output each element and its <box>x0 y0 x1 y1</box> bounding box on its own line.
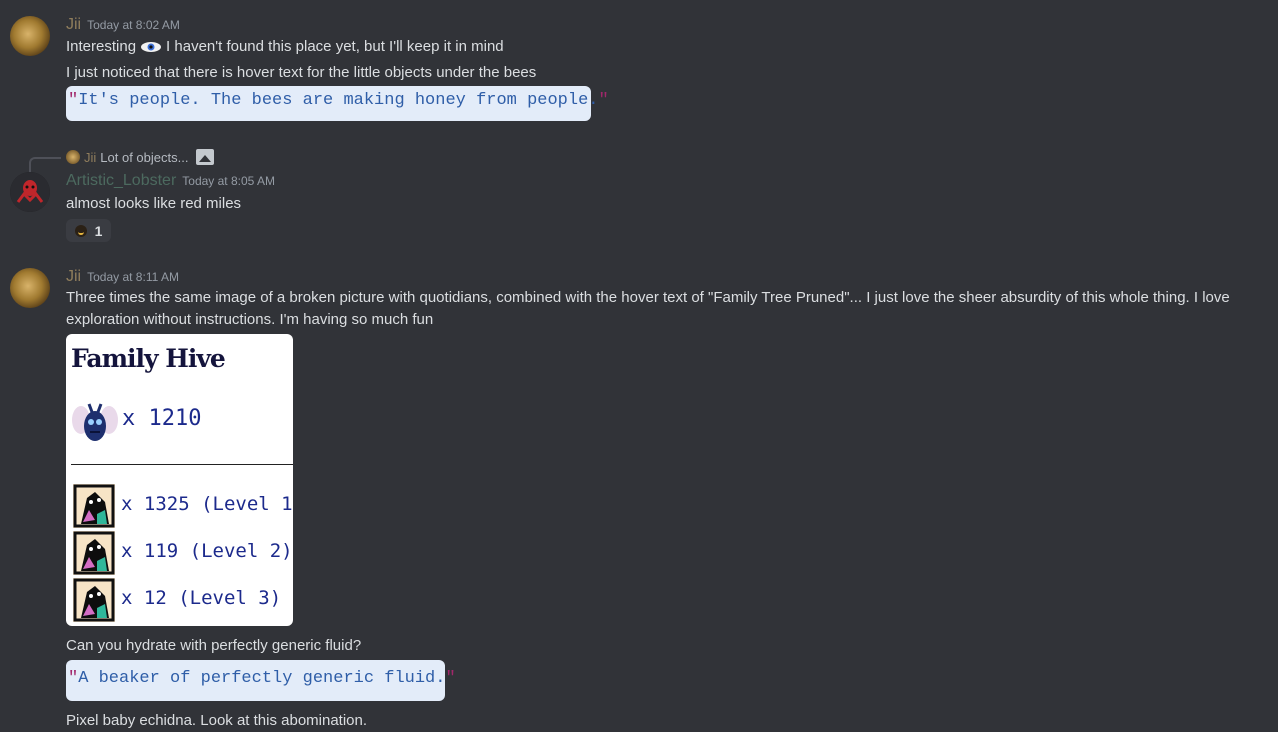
author-name[interactable]: Jii <box>66 16 81 33</box>
text-segment: Interesting <box>66 38 137 55</box>
quotidian-icon <box>73 484 115 528</box>
timestamp[interactable]: Today at 8:02 AM <box>87 18 180 32</box>
bee-count: x 1210 <box>122 406 202 431</box>
reply-connector <box>29 157 61 173</box>
divider <box>71 464 293 465</box>
reply-avatar <box>66 150 80 164</box>
image-icon <box>196 149 215 165</box>
avatar-jii[interactable] <box>10 16 50 56</box>
quotidian-icon <box>73 578 115 622</box>
author-name[interactable]: Artistic_Lobster <box>66 172 176 189</box>
quotidian-row: x 1325 (Level 1) <box>73 484 293 528</box>
image-title: Family Hive <box>71 344 226 373</box>
timestamp[interactable]: Today at 8:05 AM <box>182 174 275 188</box>
text-segment: I haven't found this place yet, but I'll… <box>166 38 504 55</box>
eye-emoji-icon <box>141 42 162 53</box>
message-text: I just noticed that there is hover text … <box>66 64 537 81</box>
avatar-lobster[interactable] <box>10 172 50 212</box>
reply-author: Jii <box>84 149 97 165</box>
image-attachment[interactable]: Family Hive x 1210 x 1325 (Level 1) x 11… <box>66 334 293 626</box>
timestamp[interactable]: Today at 8:11 AM <box>87 270 179 284</box>
quotidian-count: x 1325 (Level 1) <box>121 493 293 515</box>
message-text: Can you hydrate with perfectly generic f… <box>66 637 362 654</box>
message-text: almost looks like red miles <box>66 195 242 212</box>
message-text: Three times the same image of a broken p… <box>66 289 1230 328</box>
inline-code: "It's people. The bees are making honey … <box>66 86 609 121</box>
author-line: Jii Today at 8:11 AM <box>66 268 179 286</box>
author-line: Jii Today at 8:02 AM <box>66 16 180 34</box>
message-text: Interesting I haven't found this place ye… <box>66 38 504 55</box>
avatar-jii[interactable] <box>10 268 50 308</box>
message-text: Pixel baby echidna. Look at this abomina… <box>66 712 368 729</box>
reply-preview[interactable]: Jii Lot of objects... <box>66 149 215 165</box>
author-line: Artistic_Lobster Today at 8:05 AM <box>66 172 275 190</box>
reaction-count: 1 <box>94 222 103 239</box>
inline-code: "A beaker of perfectly generic fluid." <box>66 660 456 701</box>
reply-text: Lot of objects... <box>100 149 189 165</box>
quotidian-icon <box>73 531 115 575</box>
author-name[interactable]: Jii <box>66 268 81 285</box>
lobster-avatar-icon <box>10 172 50 212</box>
reaction-button[interactable]: 1 <box>66 219 111 242</box>
quotidian-row: x 12 (Level 3) <box>73 578 293 622</box>
quotidian-count: x 12 (Level 3) <box>121 587 282 609</box>
quotidian-count: x 119 (Level 2) <box>121 540 293 562</box>
bee-icon <box>72 403 118 441</box>
smug-face-icon <box>74 224 87 237</box>
quotidian-row: x 119 (Level 2) <box>73 531 293 575</box>
